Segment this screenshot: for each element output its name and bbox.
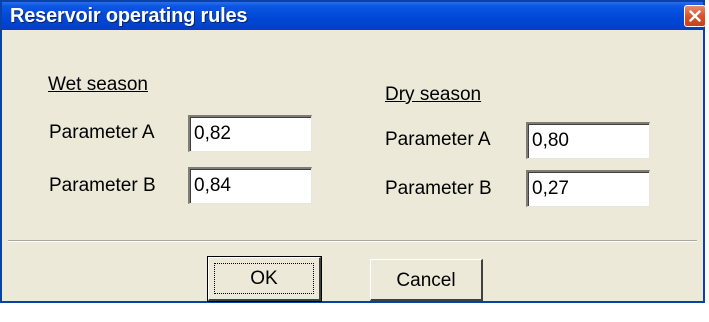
dry-param-a-label: Parameter A — [385, 129, 491, 150]
ok-button-label: OK — [250, 268, 278, 289]
cancel-button[interactable]: Cancel — [370, 259, 483, 301]
wet-param-b-input[interactable]: 0,84 — [188, 167, 312, 204]
dialog-window: Reservoir operating rules Wet season Par… — [0, 0, 706, 303]
cancel-button-label: Cancel — [396, 270, 456, 291]
wet-season-heading: Wet season — [48, 74, 148, 95]
dry-param-b-label: Parameter B — [385, 178, 492, 199]
dry-season-heading: Dry season — [385, 84, 482, 105]
wet-param-b-label: Parameter B — [49, 175, 156, 196]
ok-button[interactable]: OK — [207, 256, 322, 302]
title-bar[interactable]: Reservoir operating rules — [2, 2, 706, 30]
dry-param-b-input[interactable]: 0,27 — [526, 170, 650, 207]
wet-param-a-label: Parameter A — [49, 122, 155, 143]
dialog-title: Reservoir operating rules — [10, 5, 248, 27]
close-button[interactable] — [684, 5, 706, 27]
wet-param-a-input[interactable]: 0,82 — [188, 115, 312, 152]
close-icon — [689, 10, 701, 22]
button-divider — [8, 240, 697, 242]
dry-param-a-input[interactable]: 0,80 — [526, 122, 650, 159]
